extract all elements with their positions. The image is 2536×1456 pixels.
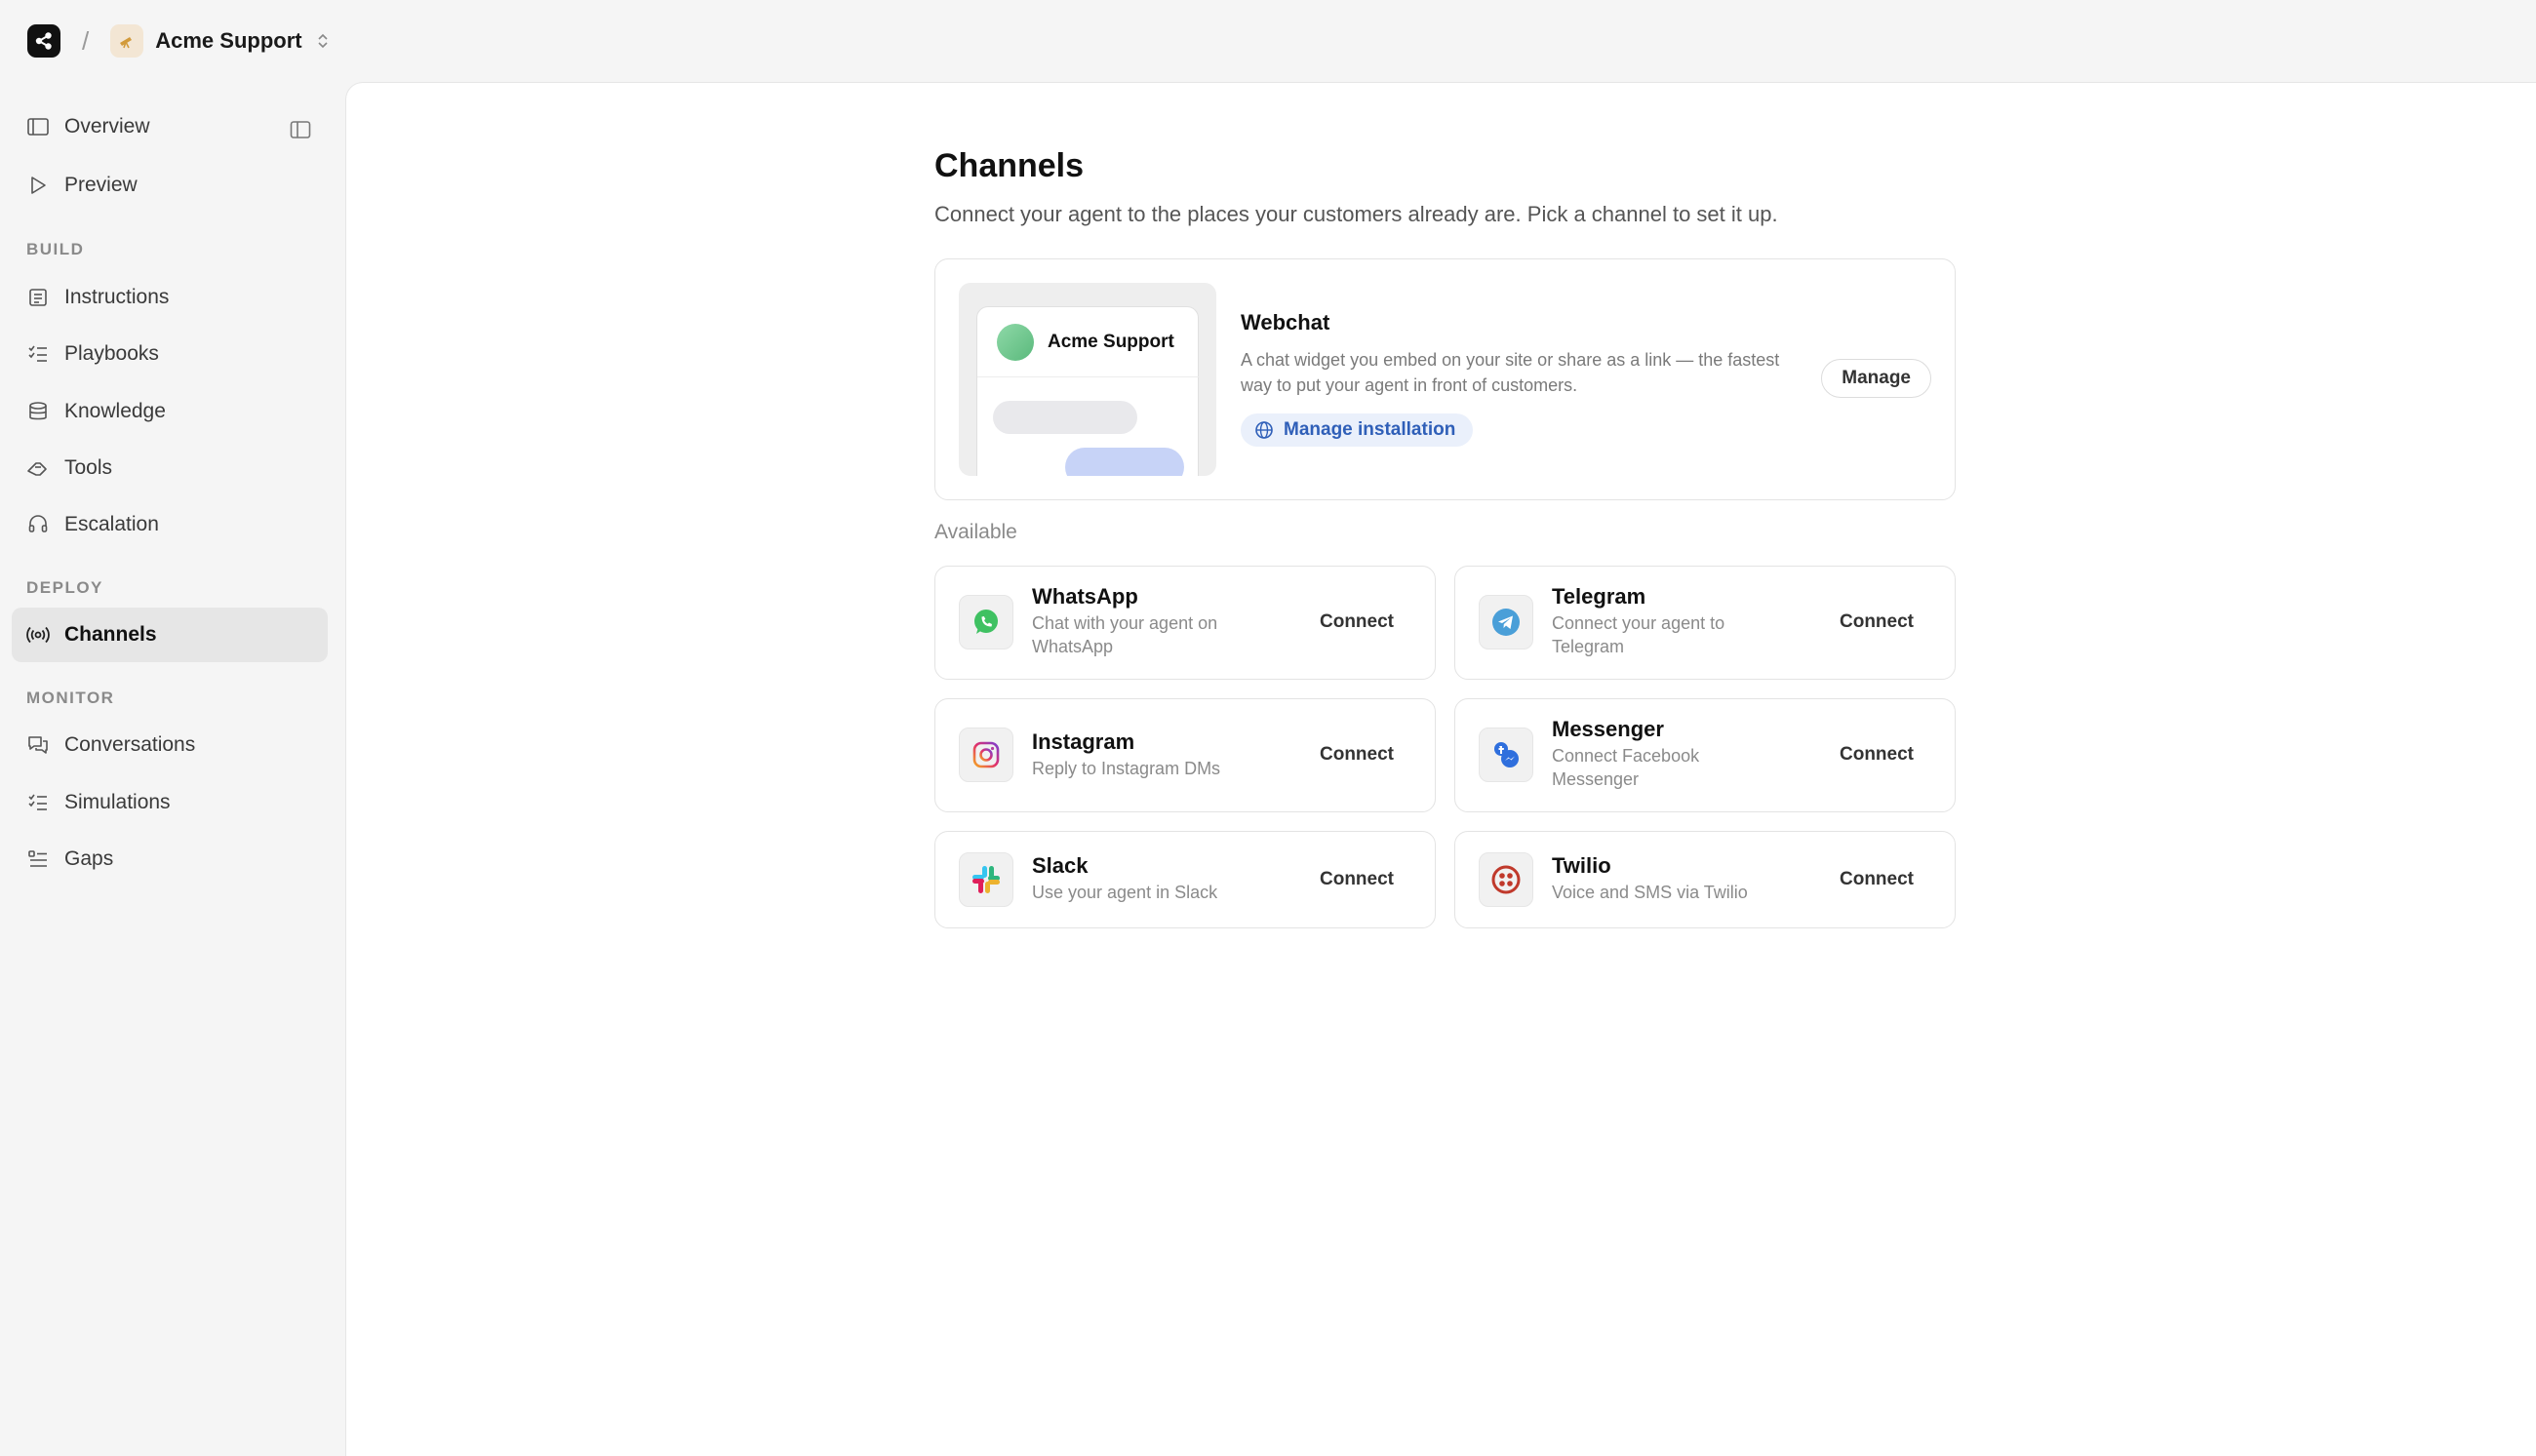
workspace-avatar-icon[interactable] (110, 24, 144, 58)
globe-icon (1254, 420, 1274, 440)
webchat-manage-button[interactable]: Manage (1821, 359, 1931, 398)
channel-name: Slack (1032, 853, 1089, 878)
play-icon (25, 173, 51, 198)
main-panel: Channels Connect your agent to the place… (345, 82, 2536, 1456)
webchat-title: Webchat (1241, 310, 1330, 334)
twilio-icon (1479, 852, 1533, 907)
headset-icon (25, 512, 51, 537)
section-label-deploy: DEPLOY (26, 578, 103, 597)
channel-name: Messenger (1552, 717, 1664, 741)
sidebar: Overview Preview BUILD Instructions Play… (0, 82, 345, 1456)
channel-description: Connect Facebook Messenger (1552, 746, 1700, 789)
breadcrumb-separator: / (82, 25, 90, 56)
channel-description: Connect your agent to Telegram (1552, 613, 1725, 656)
instagram-icon (959, 728, 1013, 782)
manage-installation-button[interactable]: Manage installation (1241, 413, 1474, 447)
sidebar-item-label: Gaps (64, 847, 114, 870)
database-icon (25, 399, 51, 424)
channel-name: Telegram (1552, 584, 1646, 609)
channel-text: Messenger Connect Facebook Messenger (1552, 717, 1776, 791)
section-label-monitor: MONITOR (26, 689, 115, 707)
sidebar-item-simulations[interactable]: Simulations (12, 775, 328, 830)
webchat-avatar (997, 323, 1034, 361)
sidebar-item-escalation[interactable]: Escalation (12, 497, 328, 552)
channel-text: Telegram Connect your agent to Telegram (1552, 584, 1776, 658)
whatsapp-icon (959, 595, 1013, 649)
sidebar-item-label: Preview (64, 174, 138, 196)
checklist-icon (25, 790, 51, 815)
channel-name: Twilio (1552, 853, 1611, 878)
slack-icon (959, 852, 1013, 907)
channel-text: Twilio Voice and SMS via Twilio (1552, 853, 1776, 904)
layout-icon (25, 114, 51, 139)
sidebar-item-channels[interactable]: Channels (12, 608, 328, 662)
channel-description: Chat with your agent on WhatsApp (1032, 613, 1218, 656)
top-bar: / Acme Support (0, 0, 2536, 82)
sidebar-item-label: Escalation (64, 513, 159, 535)
channel-text: Instagram Reply to Instagram DMs (1032, 729, 1256, 780)
sidebar-item-label: Tools (64, 456, 113, 479)
available-label: Available (934, 521, 1017, 543)
page-subtitle: Connect your agent to the places your cu… (934, 202, 1778, 226)
channel-card-whatsapp: WhatsApp Chat with your agent on WhatsAp… (934, 566, 1436, 680)
channel-description: Reply to Instagram DMs (1032, 759, 1221, 778)
list-icon (25, 846, 51, 872)
section-label-build: BUILD (26, 240, 85, 258)
sidebar-item-overview[interactable]: Overview (12, 99, 328, 154)
sidebar-item-label: Overview (64, 115, 150, 138)
channel-description: Voice and SMS via Twilio (1552, 883, 1748, 902)
channel-card-twilio: Twilio Voice and SMS via Twilio Connect (1454, 831, 1956, 928)
webchat-card: Acme Support Webchat A chat widget you e… (934, 258, 1956, 500)
webchat-preview-brand: Acme Support (1048, 331, 1174, 352)
sidebar-item-label: Conversations (64, 733, 196, 756)
app-logo-icon[interactable] (27, 24, 60, 58)
connect-button-messenger[interactable]: Connect (1840, 744, 1914, 766)
channel-card-instagram: Instagram Reply to Instagram DMs Connect (934, 698, 1436, 812)
sidebar-item-label: Instructions (64, 286, 170, 308)
page-title: Channels (934, 147, 1085, 184)
connect-button-twilio[interactable]: Connect (1840, 869, 1914, 890)
webchat-bubble-incoming (993, 401, 1137, 434)
chevron-up-down-icon[interactable] (316, 31, 330, 51)
script-icon (25, 285, 51, 310)
sidebar-item-instructions[interactable]: Instructions (12, 270, 328, 325)
webchat-preview: Acme Support (959, 283, 1216, 476)
tools-icon (25, 455, 51, 481)
telegram-icon (1479, 595, 1533, 649)
sidebar-item-label: Playbooks (64, 342, 159, 365)
webchat-preview-header: Acme Support (977, 307, 1200, 377)
channel-text: Slack Use your agent in Slack (1032, 853, 1256, 904)
connect-button-slack[interactable]: Connect (1320, 869, 1394, 890)
channel-card-telegram: Telegram Connect your agent to Telegram … (1454, 566, 1956, 680)
sidebar-item-label: Channels (64, 623, 157, 646)
manage-installation-label: Manage installation (1284, 419, 1456, 440)
channel-name: WhatsApp (1032, 584, 1138, 609)
sidebar-item-label: Simulations (64, 791, 171, 813)
messenger-icon (1479, 728, 1533, 782)
channel-card-messenger: Messenger Connect Facebook Messenger Con… (1454, 698, 1956, 812)
sidebar-item-knowledge[interactable]: Knowledge (12, 384, 328, 439)
webchat-preview-window: Acme Support (976, 306, 1200, 476)
sidebar-item-tools[interactable]: Tools (12, 441, 328, 495)
workspace-name[interactable]: Acme Support (155, 28, 301, 54)
connect-button-telegram[interactable]: Connect (1840, 611, 1914, 633)
connect-button-whatsapp[interactable]: Connect (1320, 611, 1394, 633)
webchat-description: A chat widget you embed on your site or … (1241, 350, 1780, 395)
broadcast-icon (25, 622, 51, 648)
sidebar-item-playbooks[interactable]: Playbooks (12, 327, 328, 381)
webchat-bubble-outgoing (1065, 448, 1184, 476)
sidebar-item-gaps[interactable]: Gaps (12, 832, 328, 886)
chat-icon (25, 732, 51, 758)
connect-button-instagram[interactable]: Connect (1320, 744, 1394, 766)
sidebar-item-preview[interactable]: Preview (12, 158, 328, 213)
sidebar-item-conversations[interactable]: Conversations (12, 718, 328, 772)
channel-description: Use your agent in Slack (1032, 883, 1218, 902)
channel-text: WhatsApp Chat with your agent on WhatsAp… (1032, 584, 1256, 658)
channel-card-slack: Slack Use your agent in Slack Connect (934, 831, 1436, 928)
checklist-icon (25, 341, 51, 367)
channel-name: Instagram (1032, 729, 1135, 754)
sidebar-item-label: Knowledge (64, 400, 166, 422)
